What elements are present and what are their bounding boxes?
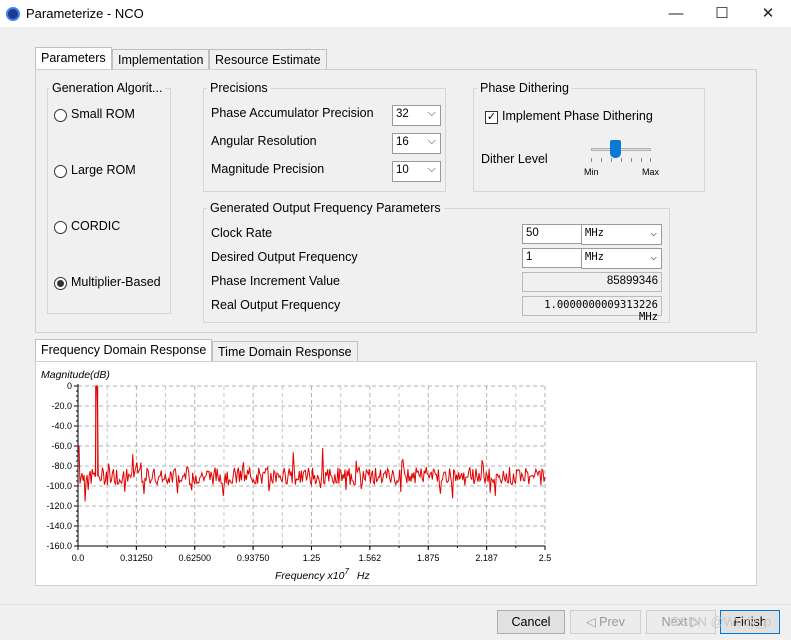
radio-multiplier-based[interactable] xyxy=(54,277,67,290)
tab-frequency-domain[interactable]: Frequency Domain Response xyxy=(35,339,213,362)
dither-max-label: Max xyxy=(642,167,660,177)
dither-level-label: Dither Level xyxy=(481,152,548,166)
chevron-down-icon: ⌵ xyxy=(427,107,436,119)
y-tick-label: -100.0 xyxy=(46,481,72,491)
y-tick-label: -40.0 xyxy=(51,421,72,431)
clock-rate-input[interactable]: 50 xyxy=(522,224,582,244)
response-chart-panel: Magnitude(dB) 0 -20.0 -40.0 -60.0 -80.0 -100.… xyxy=(35,361,757,586)
window-title: Parameterize - NCO xyxy=(26,6,144,21)
chevron-down-icon: ⌵ xyxy=(650,226,657,239)
minimize-button[interactable]: — xyxy=(653,0,699,28)
x-tick-label: 0.31250 xyxy=(120,553,153,563)
desired-frequency-label: Desired Output Frequency xyxy=(211,250,358,264)
chevron-down-icon: ⌵ xyxy=(427,135,436,147)
chart-grid xyxy=(77,385,546,547)
magnitude-precision-value: 10 xyxy=(396,164,409,176)
dither-level-slider-thumb[interactable] xyxy=(610,140,621,158)
y-tick-label: -60.0 xyxy=(51,441,72,451)
clock-rate-unit-value: MHz xyxy=(585,227,604,239)
close-button[interactable]: ✕ xyxy=(745,0,791,28)
x-tick-label: 1.25 xyxy=(303,553,321,563)
y-tick-label: -20.0 xyxy=(51,401,72,411)
watermark-text: CSDN @Wudy_p xyxy=(670,614,772,629)
phase-dithering-title: Phase Dithering xyxy=(477,81,572,95)
y-tick-label: -140.0 xyxy=(46,521,72,531)
y-tick-label: -80.0 xyxy=(51,461,72,471)
chart-xlabel-unit: Hz xyxy=(357,570,371,582)
large-rom-label: Large ROM xyxy=(71,163,136,177)
phase-accumulator-value: 32 xyxy=(396,108,409,120)
x-tick-label: 2.5 xyxy=(539,553,552,563)
dither-min-label: Min xyxy=(584,167,599,177)
tab-time-domain[interactable]: Time Domain Response xyxy=(212,341,358,363)
chart-x-ticks: 0.0 0.31250 0.62500 0.93750 1.25 1.562 1.875 2.… xyxy=(72,546,552,563)
y-tick-label: 0 xyxy=(67,381,72,391)
phase-increment-label: Phase Increment Value xyxy=(211,274,341,288)
desired-frequency-unit-value: MHz xyxy=(585,251,604,263)
maximize-button[interactable]: ☐ xyxy=(699,0,745,28)
title-bar: Parameterize - NCO — ☐ ✕ xyxy=(0,0,791,28)
multiplier-based-label: Multiplier-Based xyxy=(71,275,161,289)
chart-xlabel-exponent: 7 xyxy=(344,567,349,576)
cordic-label: CORDIC xyxy=(71,219,121,233)
angular-resolution-label: Angular Resolution xyxy=(211,134,317,148)
x-tick-label: 0.93750 xyxy=(237,553,270,563)
radio-cordic[interactable] xyxy=(54,221,67,234)
chart-ylabel: Magnitude(dB) xyxy=(41,369,110,381)
dither-level-slider-track[interactable] xyxy=(591,148,651,151)
x-tick-label: 2.187 xyxy=(475,553,498,563)
y-tick-label: -160.0 xyxy=(46,541,72,551)
phase-accumulator-select[interactable]: 32 ⌵ xyxy=(392,105,441,126)
chart-xlabel-text: Frequency x10 xyxy=(275,570,345,582)
prev-button[interactable]: ◁ Prev xyxy=(570,610,641,634)
chevron-down-icon: ⌵ xyxy=(650,250,657,263)
real-frequency-value: 1.0000000009313226 MHz xyxy=(522,296,662,323)
phase-increment-value: 85899346 xyxy=(522,272,662,292)
desired-frequency-input[interactable]: 1 xyxy=(522,248,582,268)
y-tick-label: -120.0 xyxy=(46,501,72,511)
desired-frequency-unit-select[interactable]: MHz ⌵ xyxy=(581,248,662,269)
x-tick-label: 0.62500 xyxy=(178,553,211,563)
output-frequency-title: Generated Output Frequency Parameters xyxy=(207,201,444,215)
cancel-button[interactable]: Cancel xyxy=(497,610,565,634)
chevron-down-icon: ⌵ xyxy=(427,163,436,175)
magnitude-precision-select[interactable]: 10 ⌵ xyxy=(392,161,441,182)
phase-accumulator-label: Phase Accumulator Precision xyxy=(211,106,374,120)
radio-large-rom[interactable] xyxy=(54,165,67,178)
dither-level-ticks xyxy=(591,158,651,163)
x-tick-label: 1.875 xyxy=(417,553,440,563)
angular-resolution-select[interactable]: 16 ⌵ xyxy=(392,133,441,154)
small-rom-label: Small ROM xyxy=(71,107,135,121)
radio-small-rom[interactable] xyxy=(54,109,67,122)
precisions-title: Precisions xyxy=(207,81,271,95)
chart-xlabel: Frequency x107 Hz xyxy=(275,567,371,582)
real-frequency-label: Real Output Frequency xyxy=(211,298,341,312)
magnitude-precision-label: Magnitude Precision xyxy=(211,162,325,176)
chart-y-ticks: 0 -20.0 -40.0 -60.0 -80.0 -100.0 -120.0 -140.0 -… xyxy=(46,381,78,551)
tab-implementation[interactable]: Implementation xyxy=(112,49,210,71)
clock-rate-label: Clock Rate xyxy=(211,226,273,240)
clock-rate-unit-select[interactable]: MHz ⌵ xyxy=(581,224,662,245)
tab-resource-estimate[interactable]: Resource Estimate xyxy=(209,49,327,71)
x-tick-label: 0.0 xyxy=(72,553,85,563)
implement-dithering-label: Implement Phase Dithering xyxy=(502,109,653,123)
tab-parameters[interactable]: Parameters xyxy=(35,47,112,70)
implement-dithering-checkbox[interactable]: ✓ xyxy=(485,111,498,124)
generation-algorithm-title: Generation Algorit... xyxy=(49,81,166,95)
frequency-response-chart: Magnitude(dB) 0 -20.0 -40.0 -60.0 -80.0 -100.… xyxy=(41,369,552,582)
app-icon xyxy=(6,7,20,21)
angular-resolution-value: 16 xyxy=(396,136,409,148)
x-tick-label: 1.562 xyxy=(359,553,382,563)
